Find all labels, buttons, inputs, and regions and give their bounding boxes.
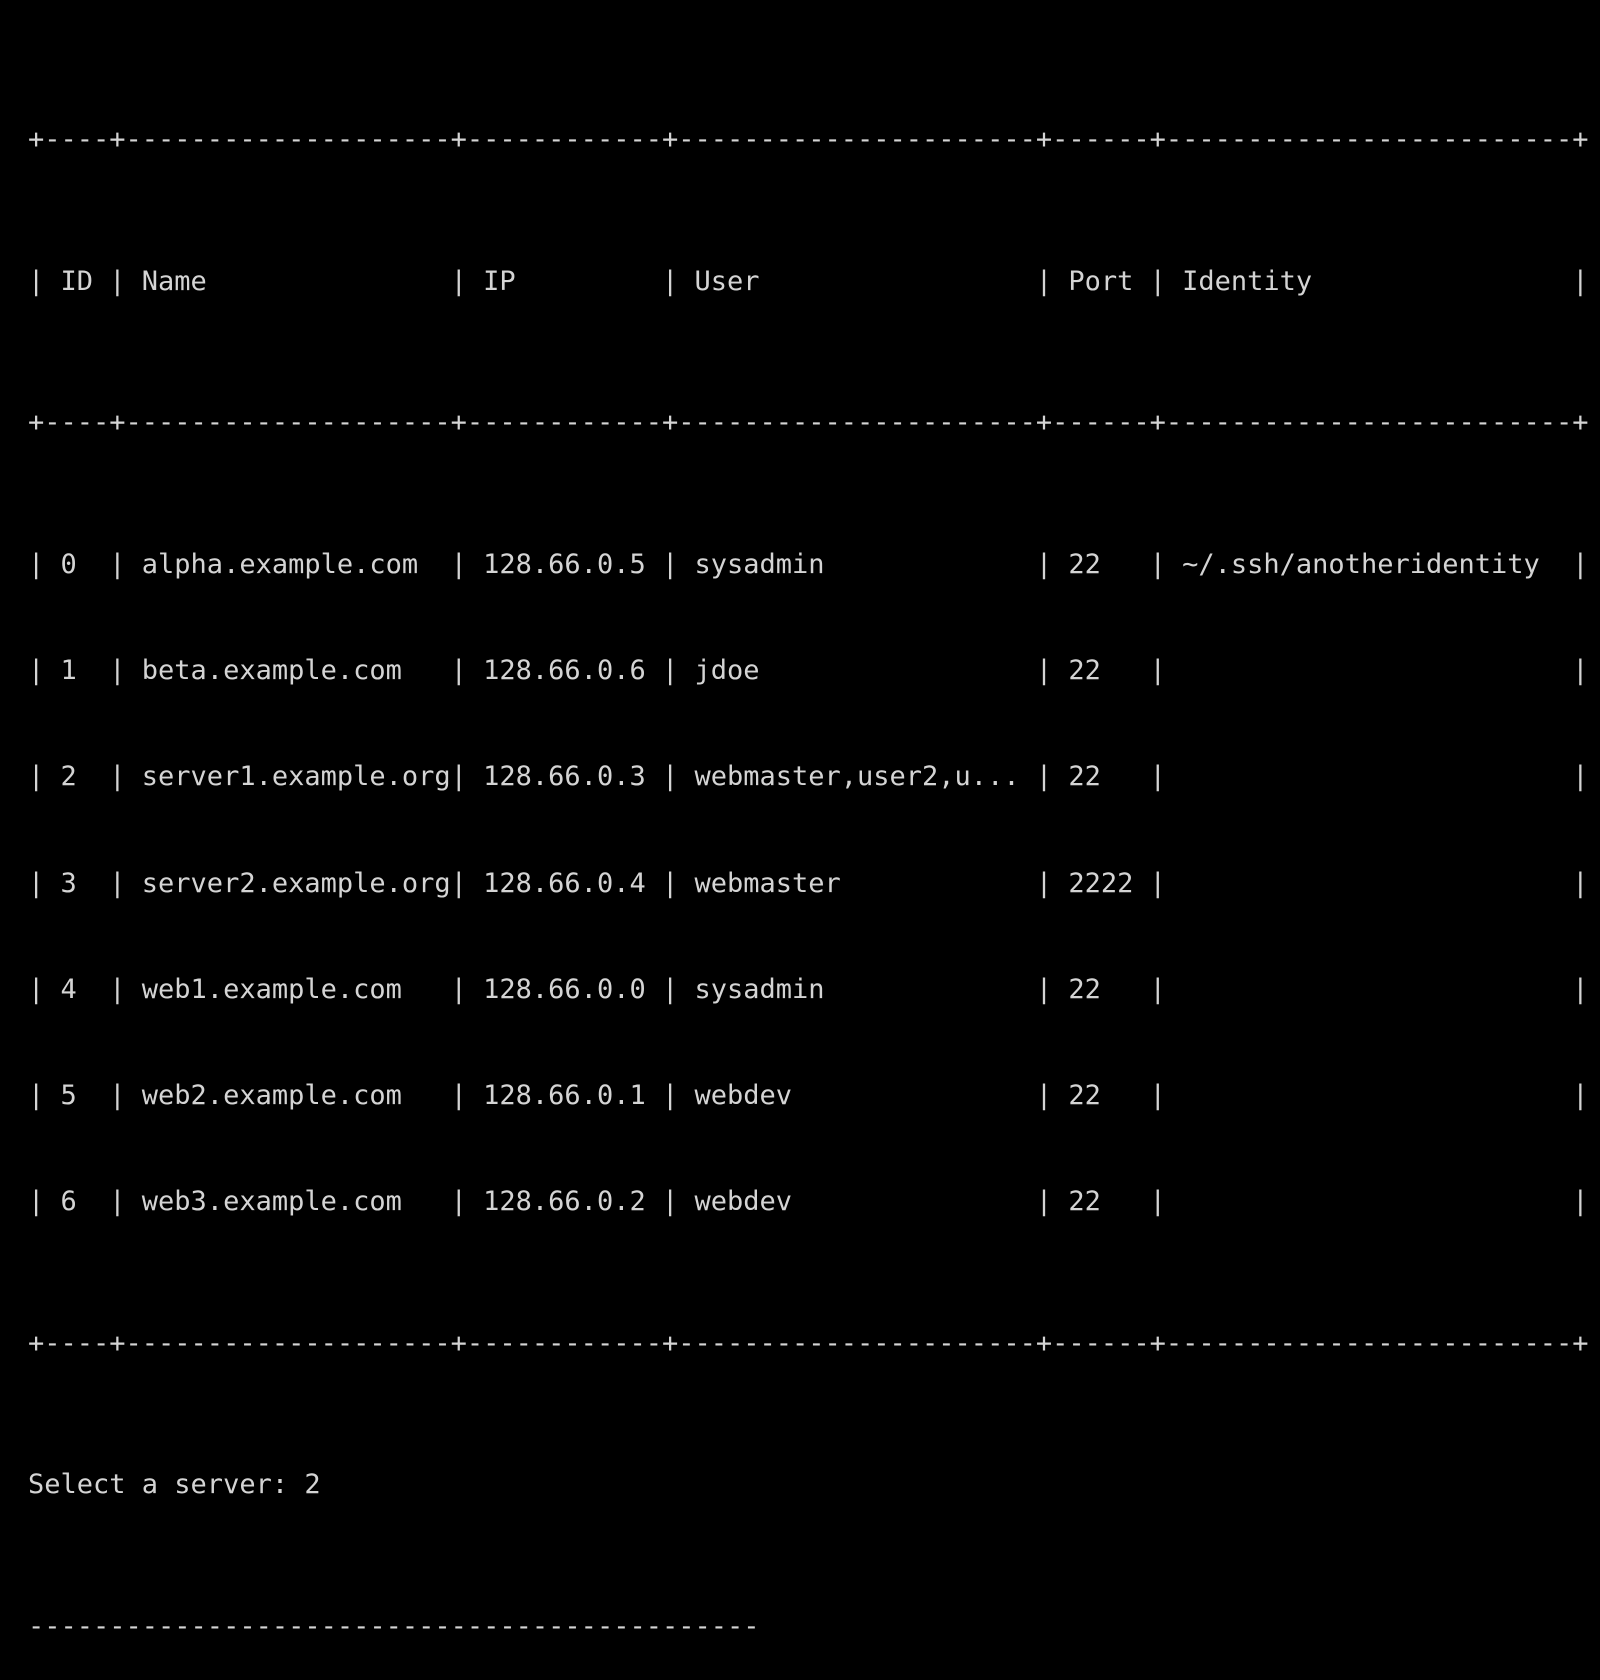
table-row[interactable]: | 1 | beta.example.com | 128.66.0.6 | jd… — [28, 653, 1600, 688]
table-row[interactable]: | 4 | web1.example.com | 128.66.0.0 | sy… — [28, 972, 1600, 1007]
table-row[interactable]: | 0 | alpha.example.com | 128.66.0.5 | s… — [28, 547, 1600, 582]
table-row[interactable]: | 6 | web3.example.com | 128.66.0.2 | we… — [28, 1184, 1600, 1219]
table-header-separator: +----+--------------------+------------+… — [28, 407, 1589, 439]
table-row[interactable]: | 3 | server2.example.org| 128.66.0.4 | … — [28, 866, 1600, 901]
server-prompt-label: Select a server: — [28, 1469, 305, 1501]
server-prompt-value: 2 — [304, 1469, 321, 1501]
table-bottom-border: +----+--------------------+------------+… — [28, 1327, 1589, 1359]
table-row[interactable]: | 5 | web2.example.com | 128.66.0.1 | we… — [28, 1078, 1600, 1113]
divider-rule-1: ----------------------------------------… — [28, 1611, 760, 1643]
server-selection-prompt[interactable]: Select a server: 2 — [28, 1467, 1600, 1502]
terminal-screen[interactable]: +----+--------------------+------------+… — [0, 0, 1600, 1642]
table-header-row: | ID | Name | IP | User | Port | Identit… — [28, 265, 1589, 297]
table-row[interactable]: | 2 | server1.example.org| 128.66.0.3 | … — [28, 759, 1600, 794]
table-top-border: +----+--------------------+------------+… — [28, 124, 1589, 156]
